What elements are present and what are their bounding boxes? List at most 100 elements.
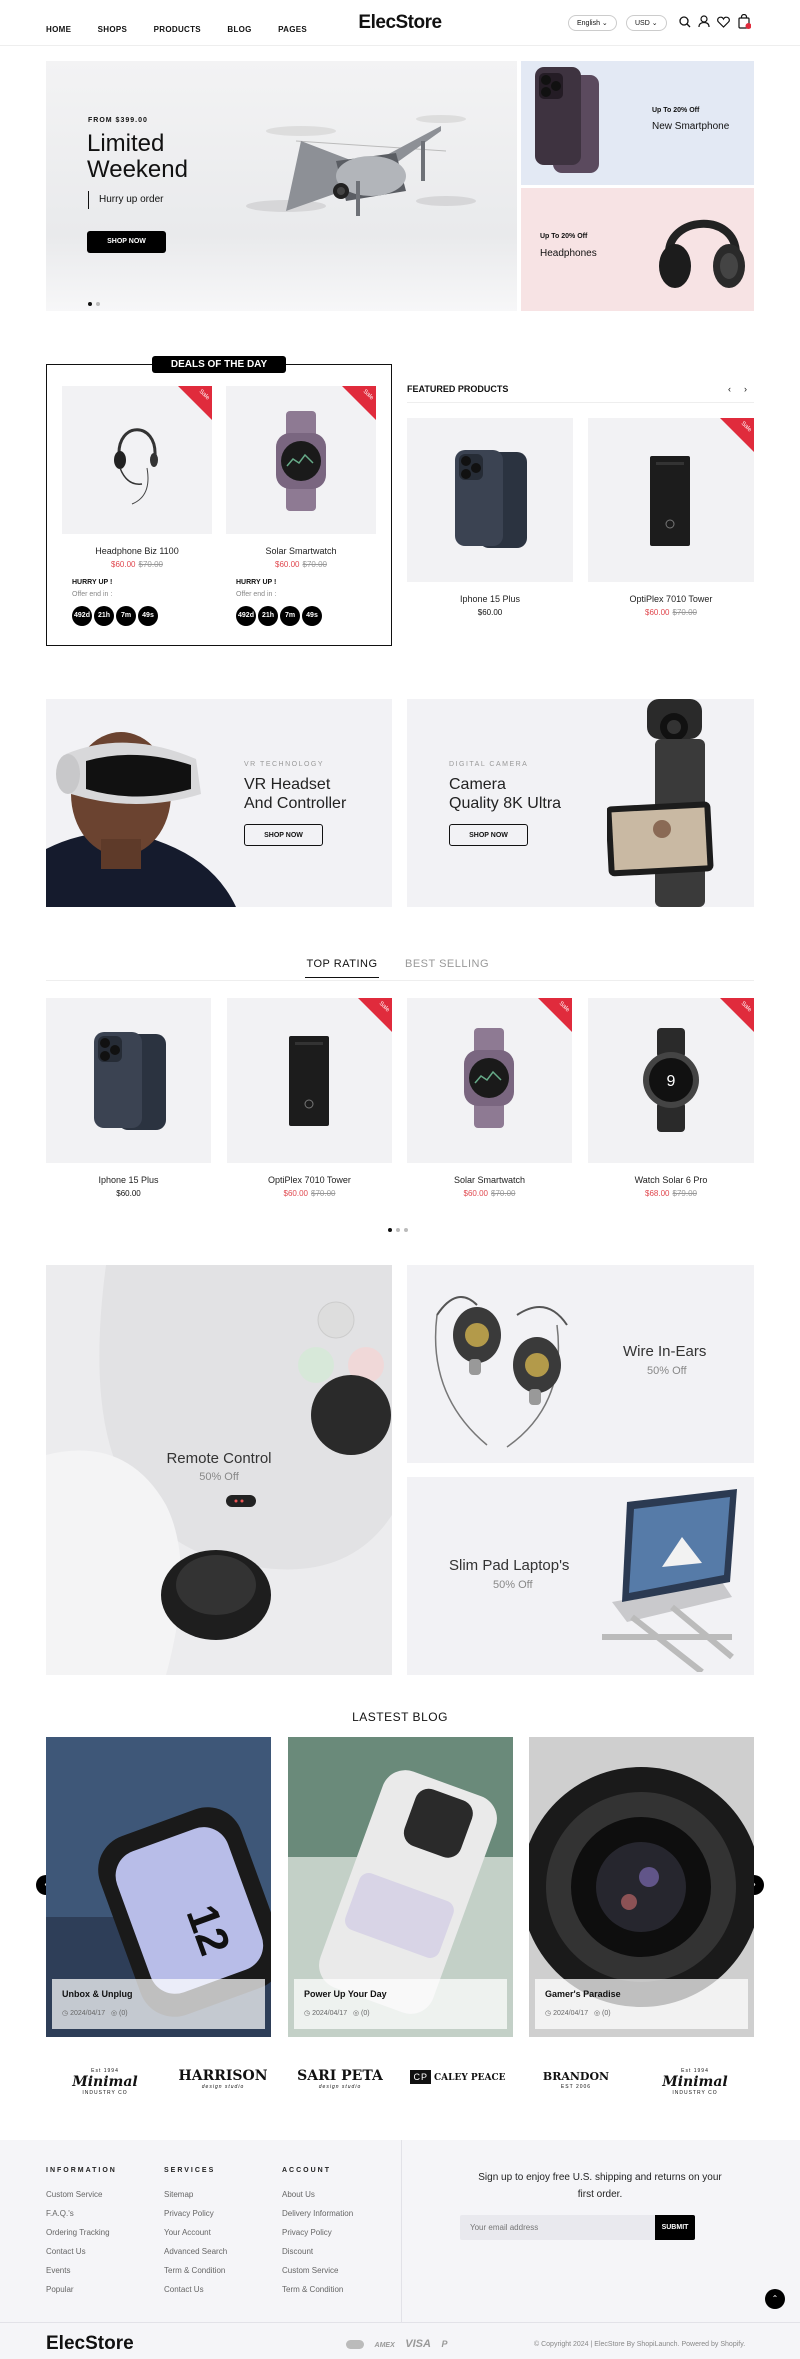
hero-shop-button[interactable]: SHOP NOW	[87, 231, 166, 253]
nav-pages[interactable]: PAGES	[278, 25, 307, 34]
smartphone-title: New Smartphone	[652, 121, 730, 132]
sale-badge: Sale	[342, 386, 376, 420]
footer-link[interactable]: Privacy Policy	[164, 2209, 227, 2218]
currency-label: USD	[635, 20, 650, 27]
footer-heading: ACCOUNT	[282, 2167, 331, 2174]
blog-date: 2024/04/17	[312, 2010, 348, 2017]
footer-logo[interactable]: ElecStore	[46, 2333, 134, 2355]
banner-wire-in-ears[interactable]: Wire In-Ears 50% Off	[407, 1265, 754, 1463]
cart-icon[interactable]	[737, 14, 751, 29]
deal-card[interactable]: Sale Solar Smartwatch $60.00 $70.00 HURRY…	[226, 386, 376, 626]
blog-card[interactable]: 12 Unbox & Unplug ◷ 2024/04/17 ◎ (0)	[46, 1737, 271, 2037]
blog-post-title[interactable]: Gamer's Paradise	[545, 1989, 621, 1999]
product-image: Sale	[588, 418, 754, 582]
timer-days: 492d	[72, 606, 92, 626]
footer-link[interactable]: Contact Us	[46, 2247, 117, 2256]
product-name[interactable]: Iphone 15 Plus	[407, 594, 573, 604]
back-to-top-button[interactable]: ⌃	[765, 2289, 785, 2309]
product-name[interactable]: Solar Smartwatch	[407, 1175, 572, 1185]
footer-link[interactable]: Term & Condition	[164, 2266, 227, 2275]
deal-name[interactable]: Headphone Biz 1100	[62, 546, 212, 556]
footer-link[interactable]: Your Account	[164, 2228, 227, 2237]
deal-card[interactable]: Sale Headphone Biz 1100 $60.00 $70.00 HUR…	[62, 386, 212, 626]
brand-logo[interactable]: BRANDON EST 2006	[526, 2068, 626, 2090]
blog-caption: Gamer's Paradise ◷ 2024/04/17 ◎ (0)	[535, 1979, 748, 2029]
footer-link[interactable]: Ordering Tracking	[46, 2228, 117, 2237]
featured-next-arrow[interactable]: ›	[744, 384, 747, 394]
footer-link[interactable]: Sitemap	[164, 2190, 227, 2199]
hurry-label: HURRY UP !	[236, 579, 277, 586]
promo-title-line1: VR Headset	[244, 776, 331, 793]
hero-main-banner[interactable]: FROM $399.00 Limited Weekend Hurry up or…	[46, 61, 517, 311]
price-old: $70.00	[491, 1189, 516, 1198]
footer-link[interactable]: Discount	[282, 2247, 353, 2256]
earphones-image	[434, 1296, 568, 1448]
footer-link[interactable]: Custom Service	[282, 2266, 353, 2275]
brand-logo[interactable]: Est 1994 Minimal INDUSTRY CO	[645, 2068, 745, 2096]
hero-side-banner-smartphone[interactable]: Up To 20% Off New Smartphone	[521, 61, 754, 185]
promo-banner-camera[interactable]: DIGITAL CAMERA Camera Quality 8K Ultra S…	[407, 699, 754, 907]
blog-card[interactable]: Gamer's Paradise ◷ 2024/04/17 ◎ (0)	[529, 1737, 754, 2037]
banner-remote-control[interactable]: Remote Control 50% Off	[46, 1265, 392, 1675]
brand-logo[interactable]: CP CALEY PEACE	[408, 2068, 508, 2084]
brand-logo[interactable]: SARI PETA design studio	[290, 2068, 390, 2090]
footer-link[interactable]: Contact Us	[164, 2285, 227, 2294]
promo-title-line1: Camera	[449, 776, 506, 793]
featured-divider	[407, 402, 754, 403]
nav-products[interactable]: PRODUCTS	[154, 25, 201, 34]
nav-shops[interactable]: SHOPS	[98, 25, 128, 34]
brand-logo[interactable]: Est 1994 Minimal INDUSTRY CO	[55, 2068, 155, 2096]
price-current: $60.00	[283, 1189, 308, 1198]
newsletter-submit-button[interactable]: SUBMIT	[655, 2215, 695, 2240]
promo-shop-button[interactable]: SHOP NOW	[449, 824, 528, 846]
product-slider-dots[interactable]	[386, 1219, 410, 1237]
featured-card[interactable]: Iphone 15 Plus $60.00	[407, 418, 573, 617]
language-select[interactable]: English ⌄	[568, 15, 617, 31]
wishlist-icon[interactable]	[717, 16, 730, 28]
footer-link[interactable]: Custom Service	[46, 2190, 117, 2199]
countdown-timer: 492d 21h 7m 49s	[62, 604, 212, 626]
nav-home[interactable]: HOME	[46, 25, 71, 34]
product-name[interactable]: Watch Solar 6 Pro	[588, 1175, 754, 1185]
search-icon[interactable]	[679, 16, 691, 28]
featured-card[interactable]: Sale OptiPlex 7010 Tower $60.00 $70.00	[588, 418, 754, 617]
footer-link[interactable]: Popular	[46, 2285, 117, 2294]
footer-link[interactable]: Delivery Information	[282, 2209, 353, 2218]
brand-logo[interactable]: HARRISON design studio	[173, 2068, 273, 2090]
footer-link[interactable]: Events	[46, 2266, 117, 2275]
deal-name[interactable]: Solar Smartwatch	[226, 546, 376, 556]
banner-slim-pad-laptop[interactable]: Slim Pad Laptop's 50% Off	[407, 1477, 754, 1675]
nav-blog[interactable]: BLOG	[227, 25, 251, 34]
footer-link[interactable]: Term & Condition	[282, 2285, 353, 2294]
product-name[interactable]: OptiPlex 7010 Tower	[227, 1175, 392, 1185]
product-card[interactable]: Sale 9 Watch Solar 6 Pro $68.00 $79.00	[588, 998, 754, 1198]
footer-link[interactable]: F.A.Q.'s	[46, 2209, 117, 2218]
product-name[interactable]: Iphone 15 Plus	[46, 1175, 211, 1185]
footer-link[interactable]: Privacy Policy	[282, 2228, 353, 2237]
footer-link[interactable]: About Us	[282, 2190, 353, 2199]
hero-slider-dots[interactable]	[86, 293, 102, 311]
tab-best-selling[interactable]: BEST SELLING	[405, 958, 489, 970]
product-card[interactable]: Sale Solar Smartwatch $60.00 $70.00	[407, 998, 572, 1198]
blog-post-title[interactable]: Power Up Your Day	[304, 1989, 387, 1999]
hero-side-banner-headphones[interactable]: Up To 20% Off Headphones	[521, 188, 754, 311]
currency-select[interactable]: USD ⌄	[626, 15, 667, 31]
tab-top-rating[interactable]: TOP RATING	[305, 958, 379, 978]
blog-card[interactable]: Power Up Your Day ◷ 2024/04/17 ◎ (0)	[288, 1737, 513, 2037]
site-logo[interactable]: ElecStore	[340, 12, 460, 34]
product-name[interactable]: OptiPlex 7010 Tower	[588, 594, 754, 604]
blog-post-title[interactable]: Unbox & Unplug	[62, 1989, 133, 1999]
tower-pc-image	[289, 1036, 329, 1126]
featured-prev-arrow[interactable]: ‹	[728, 384, 731, 394]
blog-meta: ◷ 2024/04/17 ◎ (0)	[62, 2010, 128, 2017]
product-card[interactable]: Iphone 15 Plus $60.00	[46, 998, 211, 1198]
hero-subtitle: Hurry up order	[88, 191, 163, 209]
user-icon[interactable]	[698, 15, 710, 28]
newsletter-email-input[interactable]	[460, 2215, 655, 2240]
footer-link[interactable]: Advanced Search	[164, 2247, 227, 2256]
hero-title: Limited Weekend	[87, 131, 188, 183]
product-card[interactable]: Sale OptiPlex 7010 Tower $60.00 $70.00	[227, 998, 392, 1198]
promo-shop-button[interactable]: SHOP NOW	[244, 824, 323, 846]
blog-date: 2024/04/17	[553, 2010, 589, 2017]
promo-banner-vr[interactable]: VR TECHNOLOGY VR Headset And Controller …	[46, 699, 392, 907]
